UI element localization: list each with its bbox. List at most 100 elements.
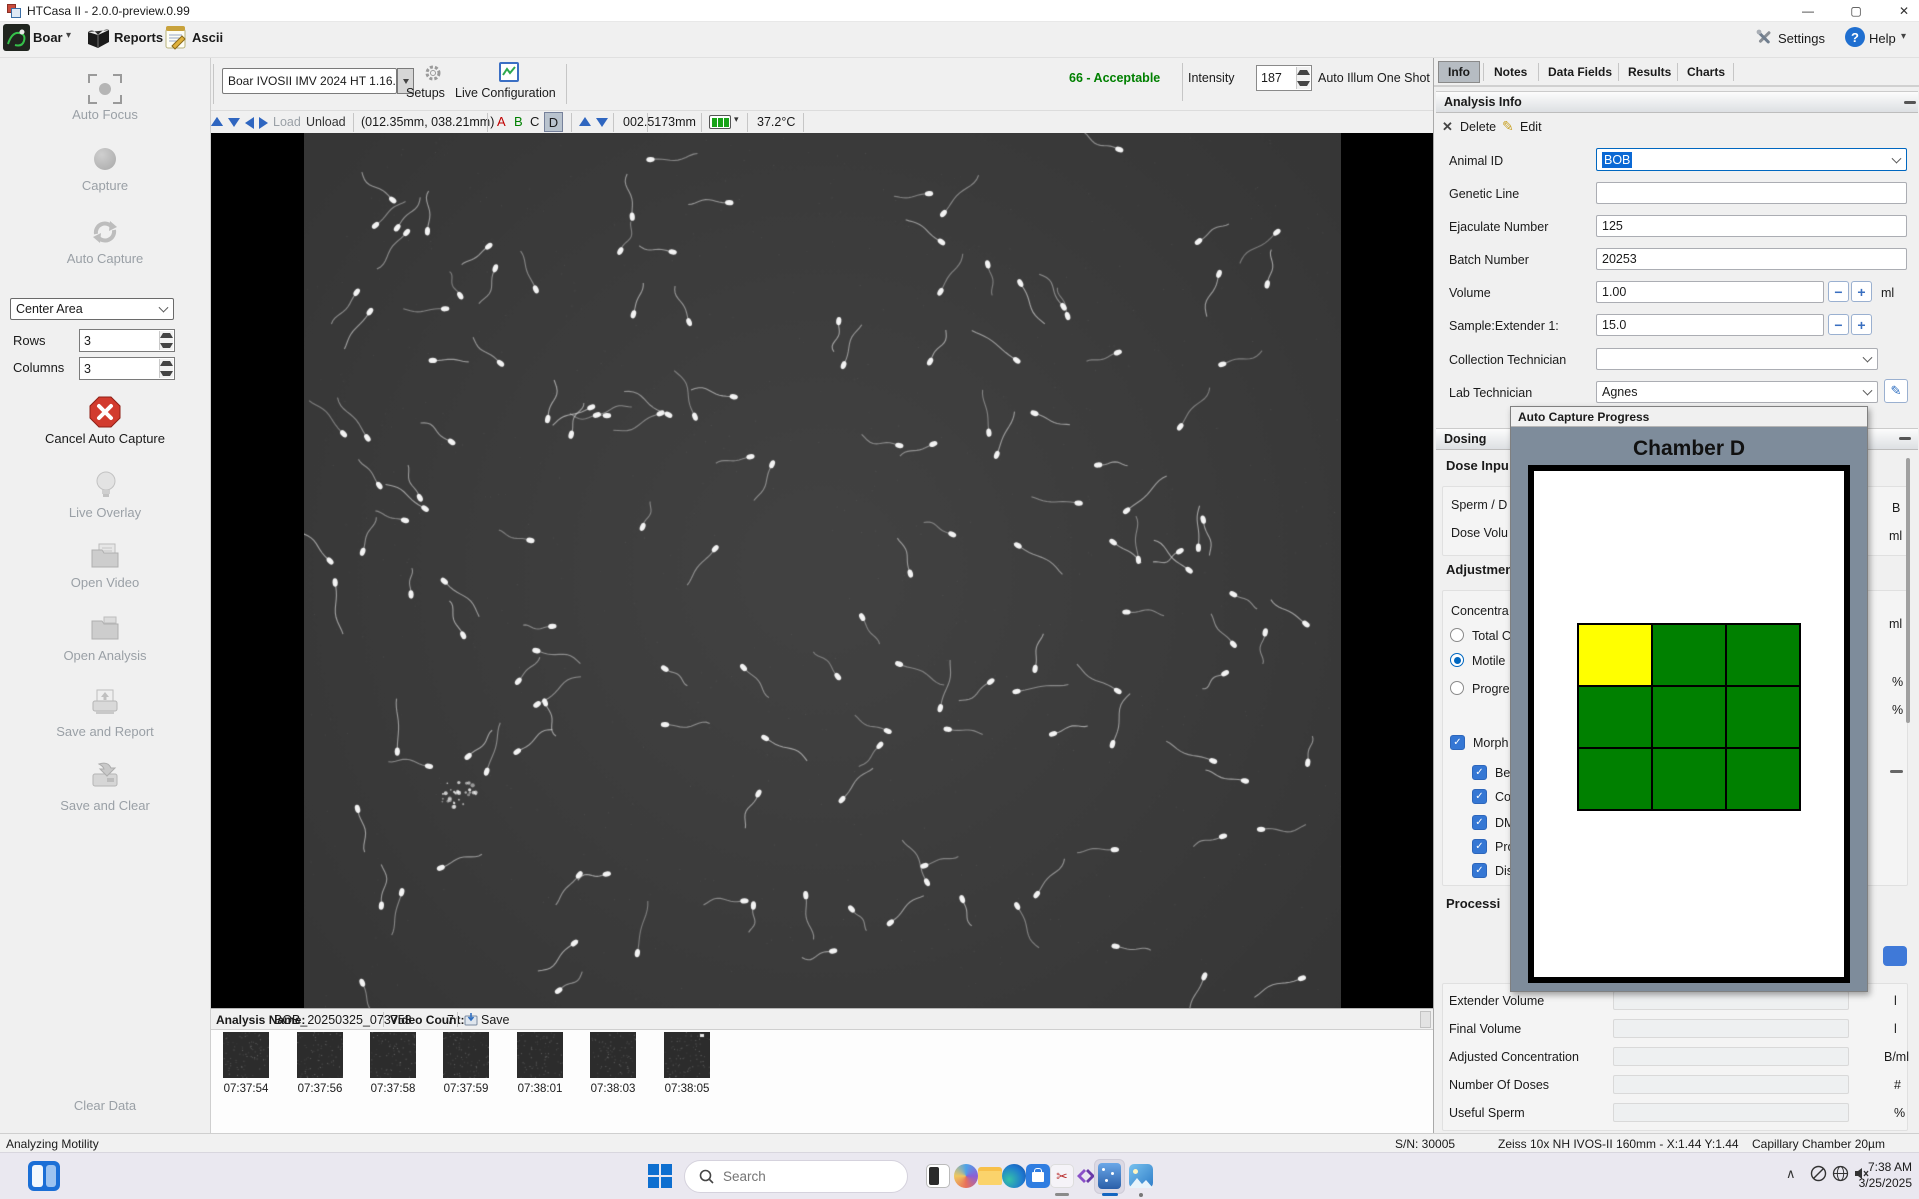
auto-capture-icon[interactable] [90,218,120,246]
columns-stepper[interactable]: 3 [79,357,175,380]
save-and-report-label[interactable]: Save and Report [0,724,210,739]
search-input[interactable] [723,1169,873,1184]
open-video-label[interactable]: Open Video [0,575,210,590]
tray-chevron-icon[interactable]: ∧ [1786,1166,1796,1182]
start-button[interactable] [648,1164,672,1188]
open-video-icon[interactable] [90,542,120,569]
collapse-dosing-icon[interactable] [1899,437,1911,440]
live-overlay-icon[interactable] [94,471,118,499]
minimize-button[interactable]: — [1786,0,1830,22]
video-thumbnail[interactable] [590,1032,636,1078]
live-overlay-label[interactable]: Live Overlay [0,505,210,520]
focus-up-button[interactable] [579,117,591,126]
auto-capture-label[interactable]: Auto Capture [0,251,210,266]
genetic-line-field[interactable] [1596,182,1907,204]
edge-icon[interactable] [1002,1164,1026,1188]
coiled-checkbox[interactable]: ✓ [1472,789,1487,804]
edit-button[interactable]: Edit [1520,120,1542,134]
open-analysis-icon[interactable] [90,615,120,641]
chamber-b-button[interactable]: B [514,114,523,129]
illumination-level-icon[interactable] [709,115,731,129]
auto-illum-button[interactable]: Auto Illum One Shot [1318,71,1430,85]
open-analysis-label[interactable]: Open Analysis [0,648,210,663]
video-thumbnail[interactable] [443,1032,489,1078]
tab-charts[interactable]: Charts [1687,65,1725,79]
delete-button[interactable]: Delete [1460,120,1496,134]
stage-left-button[interactable] [245,117,254,129]
tab-results[interactable]: Results [1628,65,1671,79]
desktop-peek-icon[interactable] [926,1164,950,1188]
distal-checkbox[interactable]: ✓ [1472,863,1487,878]
delete-x-icon[interactable]: ✕ [1442,119,1453,135]
setups-button[interactable]: Setups [406,86,445,100]
help-caret-icon[interactable]: ▾ [1901,31,1906,42]
bent-checkbox[interactable]: ✓ [1472,765,1487,780]
video-thumbnail[interactable] [664,1032,710,1078]
file-explorer-icon[interactable] [978,1164,1002,1188]
tab-notes[interactable]: Notes [1494,65,1527,79]
columns-up-icon[interactable] [160,359,173,369]
batch-number-field[interactable]: 20253 [1596,248,1907,270]
search-box[interactable] [684,1160,908,1193]
pinned-app-icon[interactable] [28,1161,60,1191]
unload-button[interactable]: Unload [306,115,346,129]
popup-title-bar[interactable]: Auto Capture Progress [1511,407,1867,427]
store-icon[interactable] [1026,1164,1050,1188]
intensity-stepper[interactable]: 187 [1256,65,1312,91]
save-and-clear-label[interactable]: Save and Clear [0,798,210,813]
snipping-tool-icon[interactable]: ✂ [1050,1164,1074,1188]
extender-plus-button[interactable]: + [1851,314,1872,335]
save-and-clear-icon[interactable] [90,760,120,790]
filmstrip-scrollbar[interactable] [1420,1011,1431,1028]
area-mode-select[interactable]: Center Area [10,298,174,320]
help-button[interactable]: Help [1869,31,1896,46]
stage-right-button[interactable] [259,117,268,129]
boar-menu-button[interactable]: Boar [33,30,63,45]
photos-icon[interactable] [1129,1164,1153,1188]
auto-focus-label[interactable]: Auto Focus [0,107,210,122]
panel-scrollbar-thumb[interactable] [1906,458,1910,723]
tab-data-fields[interactable]: Data Fields [1548,65,1612,79]
htcasa-app-icon[interactable] [1098,1163,1121,1189]
extender-minus-button[interactable]: − [1828,314,1849,335]
collapse-analysis-info-icon[interactable] [1904,101,1916,104]
edit-technicians-button[interactable]: ✎ [1884,379,1908,403]
save-and-report-icon[interactable] [90,688,120,716]
pen-disabled-icon[interactable] [1810,1165,1827,1182]
video-thumbnail[interactable] [297,1032,343,1078]
progressive-radio[interactable] [1450,681,1464,695]
edit-pencil-icon[interactable]: ✎ [1502,118,1514,135]
rows-up-icon[interactable] [160,331,173,341]
settings-button[interactable]: Settings [1778,31,1825,46]
load-button[interactable]: Load [273,115,301,129]
cancel-auto-capture-label[interactable]: Cancel Auto Capture [0,431,210,446]
morph-checkbox[interactable]: ✓ [1450,735,1465,750]
chamber-a-button[interactable]: A [497,114,506,129]
cancel-auto-capture-icon[interactable] [89,396,121,428]
stage-down-button[interactable] [228,118,240,127]
auto-focus-icon[interactable] [88,74,122,104]
volume-field[interactable]: 1.00 [1596,281,1824,303]
total-concentration-radio[interactable] [1450,628,1464,642]
video-thumbnail[interactable] [223,1032,269,1078]
ascii-menu-button[interactable]: Ascii [192,30,223,45]
chamber-d-button[interactable]: D [544,112,563,132]
stage-up-button[interactable] [211,117,223,126]
illumination-caret-icon[interactable]: ▾ [734,114,739,125]
rows-stepper[interactable]: 3 [79,329,175,352]
extender-ratio-field[interactable]: 15.0 [1596,314,1824,336]
rows-down-icon[interactable] [160,341,173,351]
save-button[interactable]: Save [481,1013,510,1027]
copilot-icon[interactable] [954,1164,978,1188]
focus-down-button[interactable] [596,118,608,127]
tab-info[interactable]: Info [1438,61,1480,83]
video-thumbnail[interactable] [370,1032,416,1078]
lab-technician-select[interactable]: Agnes [1596,381,1878,403]
video-thumbnail[interactable] [517,1032,563,1078]
animal-id-select[interactable]: BOB [1596,148,1907,171]
intensity-down-icon[interactable] [1297,78,1310,89]
live-configuration-button[interactable]: Live Configuration [455,86,556,100]
maximize-button[interactable]: ▢ [1834,0,1878,22]
dmr-checkbox[interactable]: ✓ [1472,815,1487,830]
capture-icon[interactable] [94,148,116,170]
